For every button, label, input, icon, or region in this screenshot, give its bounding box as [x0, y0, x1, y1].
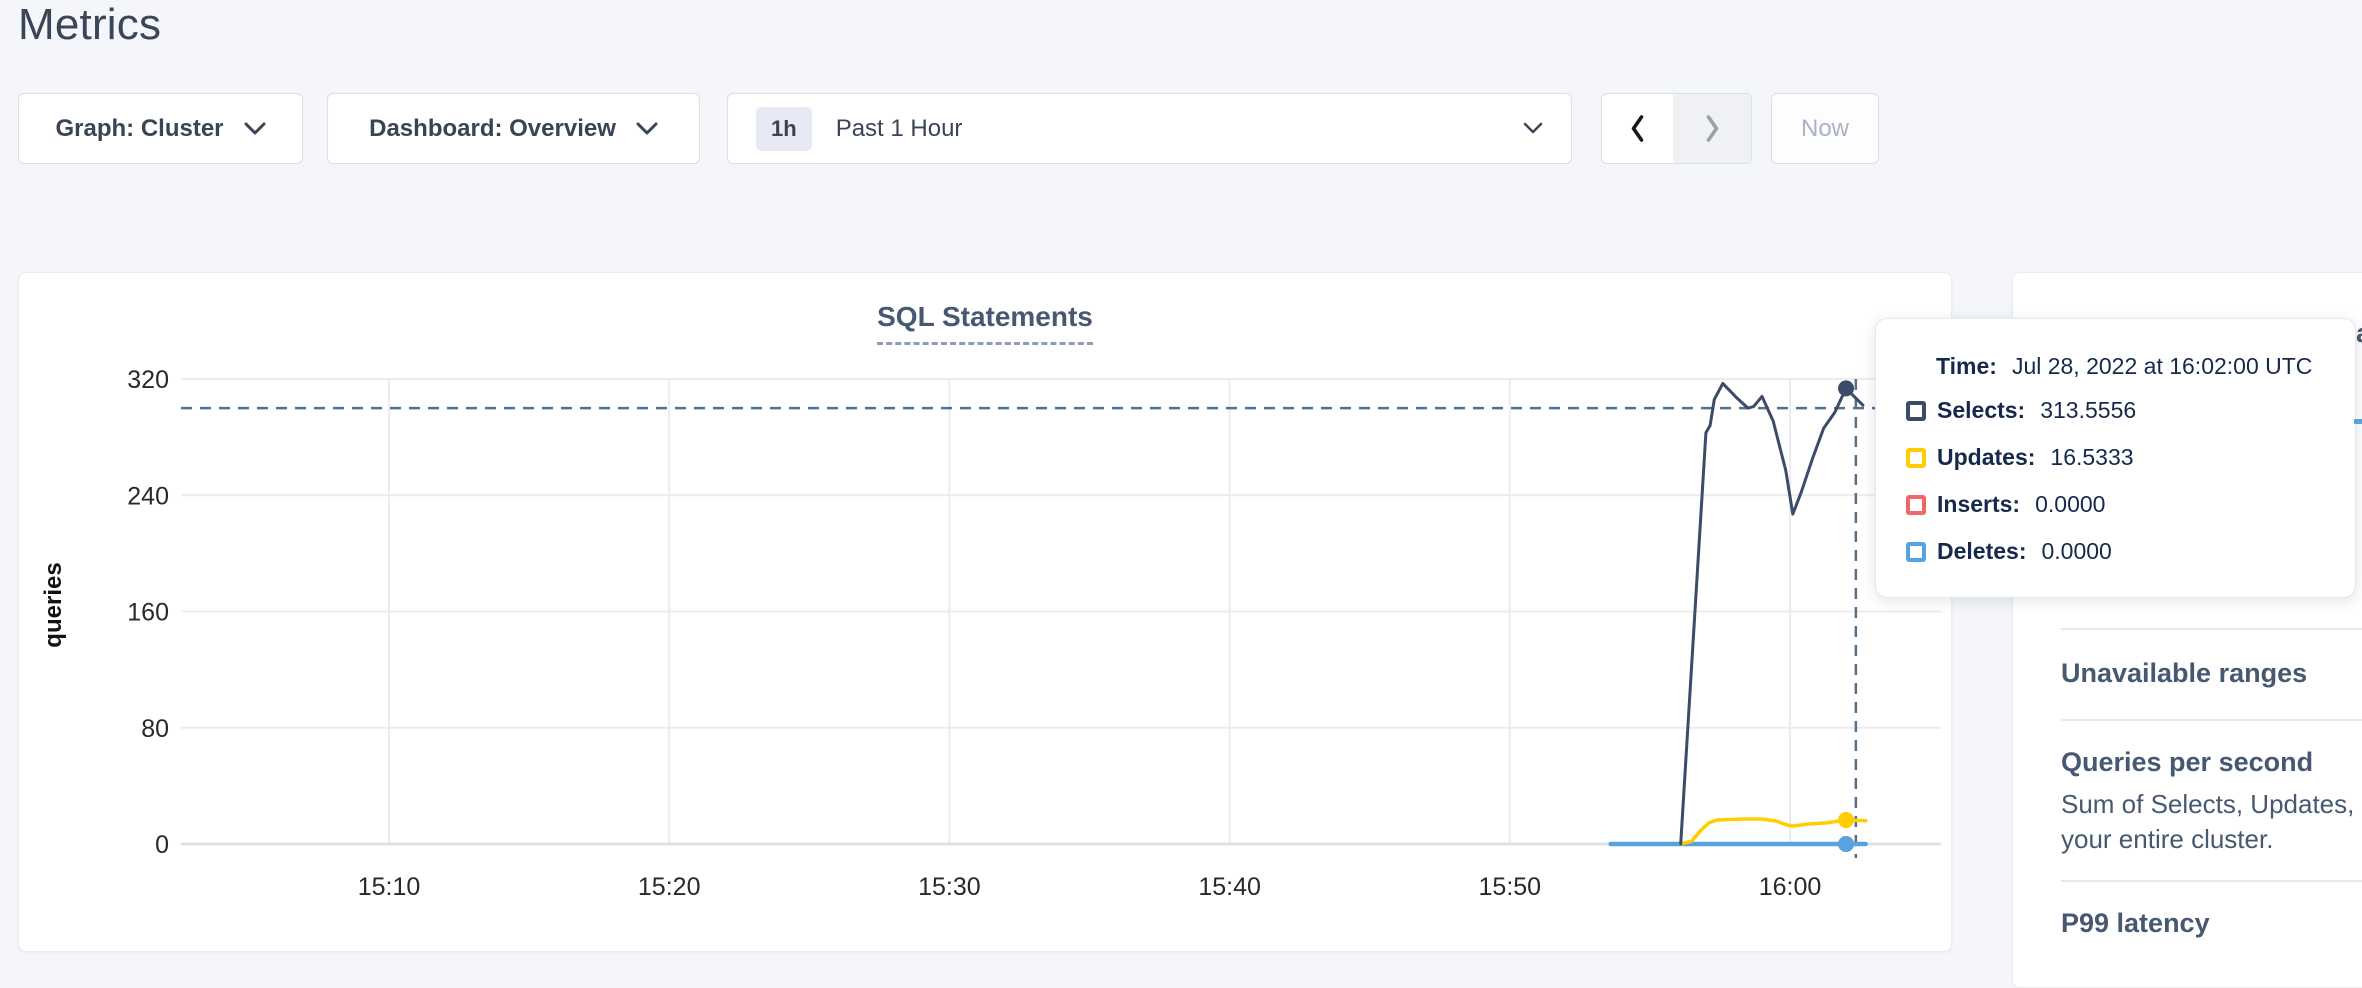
now-button[interactable]: Now: [1771, 93, 1879, 164]
tooltip-time-label: Time:: [1936, 353, 1997, 380]
svg-text:0: 0: [155, 831, 169, 859]
svg-text:15:40: 15:40: [1198, 873, 1261, 901]
time-range-badge: 1h: [756, 107, 812, 151]
page-title: Metrics: [18, 0, 161, 50]
svg-text:160: 160: [127, 599, 169, 627]
crosshair: [181, 379, 1941, 858]
sidebar-heading-unavailable-ranges: Unavailable ranges: [2061, 658, 2307, 689]
sql-statements-chart[interactable]: 0 80 160 240 320 15:10 15:20 15:30 15:40 15:50 16:…: [19, 273, 1953, 953]
svg-text:15:20: 15:20: [638, 873, 701, 901]
deletes-swatch-icon: [1906, 542, 1926, 562]
gridlines: [181, 379, 1941, 844]
svg-text:15:30: 15:30: [918, 873, 981, 901]
dashboard-dropdown-label: Dashboard: Overview: [369, 115, 616, 143]
time-range-picker[interactable]: 1h Past 1 Hour: [727, 93, 1572, 164]
svg-text:15:10: 15:10: [358, 873, 421, 901]
chevron-down-icon: [244, 122, 266, 136]
hover-dot-selects: [1838, 380, 1854, 396]
series-line-selects: [1681, 383, 1863, 844]
chevron-left-icon: [1628, 113, 1647, 144]
inserts-swatch-icon: [1906, 495, 1926, 515]
svg-text:15:50: 15:50: [1479, 873, 1542, 901]
svg-text:240: 240: [127, 482, 169, 510]
sidebar-divider: [2061, 719, 2362, 721]
hover-dot-updates: [1838, 812, 1854, 828]
chevron-down-icon: [636, 122, 658, 136]
sidebar-divider: [2061, 628, 2362, 630]
tooltip-series-row: Inserts: 0.0000: [1906, 481, 2355, 528]
svg-text:16:00: 16:00: [1759, 873, 1822, 901]
sidebar-description-line: your entire cluster.: [2061, 824, 2273, 855]
tooltip-series-row: Updates: 16.5333: [1906, 434, 2355, 481]
chevron-down-icon: [1523, 122, 1543, 135]
graph-dropdown[interactable]: Graph: Cluster: [18, 93, 303, 164]
dashboard-dropdown[interactable]: Dashboard: Overview: [327, 93, 700, 164]
graph-dropdown-label: Graph: Cluster: [55, 115, 223, 143]
axis-labels: 0 80 160 240 320 15:10 15:20 15:30 15:40 15:50 16:…: [40, 366, 1821, 901]
chevron-right-icon: [1703, 113, 1722, 144]
sidebar-description-line: Sum of Selects, Updates, Inser: [2061, 789, 2362, 820]
sidebar-divider: [2061, 880, 2362, 882]
prev-range-button[interactable]: [1602, 94, 1673, 163]
sql-statements-chart-card: SQL Statements 08016024032015:1015:2015:…: [18, 272, 1952, 952]
clipped-link-fragment: [2354, 419, 2362, 424]
chart-tooltip: Time: Jul 28, 2022 at 16:02:00 UTC Selec…: [1875, 318, 2356, 598]
tooltip-time-row: Time: Jul 28, 2022 at 16:02:00 UTC: [1906, 345, 2355, 387]
sidebar-heading-p99-latency: P99 latency: [2061, 908, 2210, 939]
tooltip-series-row: Deletes: 0.0000: [1906, 528, 2355, 575]
next-range-button[interactable]: [1673, 94, 1751, 163]
y-axis-label: queries: [40, 562, 67, 647]
sidebar-heading-queries-per-second: Queries per second: [2061, 747, 2313, 778]
tooltip-time-value: Jul 28, 2022 at 16:02:00 UTC: [2012, 353, 2312, 380]
hover-dot-deletes: [1838, 836, 1854, 852]
selects-swatch-icon: [1906, 401, 1926, 421]
tooltip-series-row: Selects: 313.5556: [1906, 387, 2355, 434]
svg-text:320: 320: [127, 366, 169, 394]
series-line-updates: [1681, 819, 1866, 844]
updates-swatch-icon: [1906, 448, 1926, 468]
clipped-text-fragment: a: [2356, 318, 2362, 349]
time-range-label: Past 1 Hour: [836, 115, 963, 143]
svg-text:80: 80: [141, 715, 169, 743]
time-range-pager: [1601, 93, 1752, 164]
